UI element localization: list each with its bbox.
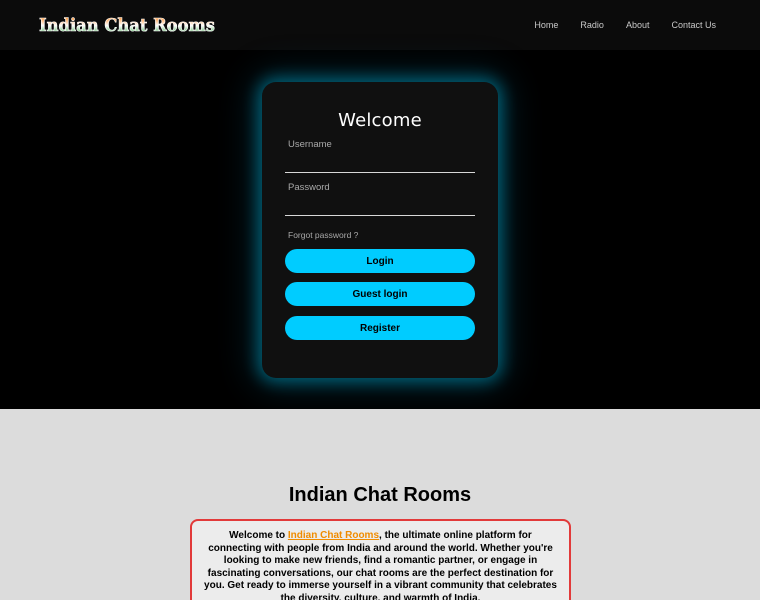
nav-home[interactable]: Home bbox=[534, 20, 558, 30]
logo-text: Indian Chat Rooms bbox=[39, 15, 215, 36]
nav-menu: Home Radio About Contact Us bbox=[512, 0, 716, 50]
about-title: Indian Chat Rooms bbox=[288, 484, 472, 506]
nav-about[interactable]: About bbox=[626, 20, 650, 30]
forgot-password-link[interactable]: Forgot password ? bbox=[288, 230, 358, 240]
top-navbar: Indian Chat Rooms Home Radio About Conta… bbox=[0, 0, 760, 50]
nav-contact[interactable]: Contact Us bbox=[671, 20, 716, 30]
about-section: Indian Chat Rooms Welcome to Indian Chat… bbox=[0, 409, 760, 600]
site-logo[interactable]: Indian Chat Rooms bbox=[38, 11, 218, 37]
guest-login-button[interactable]: Guest login bbox=[285, 282, 475, 306]
login-card: Welcome Username Password Forgot passwor… bbox=[262, 82, 498, 378]
nav-radio[interactable]: Radio bbox=[580, 20, 604, 30]
login-title: Welcome bbox=[338, 110, 422, 131]
logo-graphic: Indian Chat Rooms bbox=[39, 15, 216, 37]
login-button[interactable]: Login bbox=[285, 249, 475, 273]
about-brand-link[interactable]: Indian Chat Rooms bbox=[288, 530, 379, 541]
register-button[interactable]: Register bbox=[285, 316, 475, 340]
about-text-box: Welcome to Indian Chat Rooms, the ultima… bbox=[190, 519, 571, 600]
username-input[interactable] bbox=[285, 155, 475, 173]
password-input[interactable] bbox=[285, 198, 475, 216]
username-label: Username bbox=[288, 139, 332, 150]
about-intro-prefix: Welcome to bbox=[229, 530, 288, 541]
password-label: Password bbox=[288, 182, 330, 193]
